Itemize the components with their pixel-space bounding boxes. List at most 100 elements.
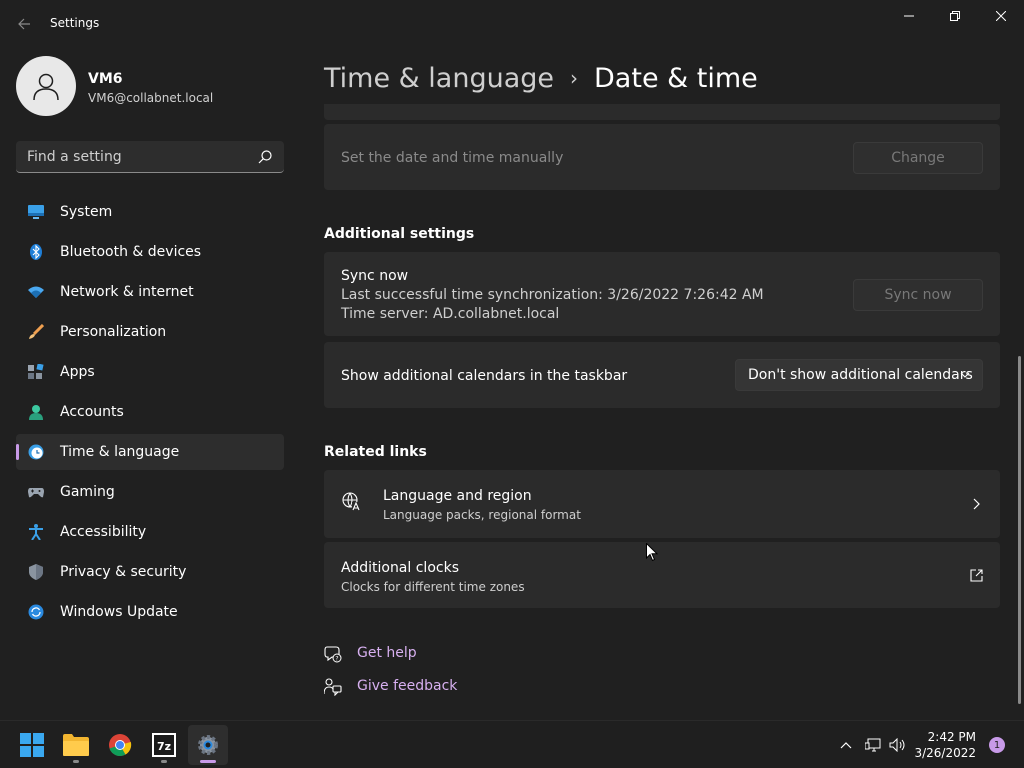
feedback-icon [324,678,342,696]
maximize-button[interactable] [932,0,978,32]
avatar[interactable] [16,56,76,116]
start-button[interactable] [12,725,52,765]
related-links-heading: Related links [324,444,427,460]
sidebar-item-label: Personalization [60,324,167,340]
mouse-cursor-icon [646,543,658,562]
sidebar-item-label: Windows Update [60,604,178,620]
breadcrumb-parent[interactable]: Time & language [324,63,554,94]
breadcrumb-separator: › [570,66,579,90]
scrolled-card-edge [324,104,1000,120]
chevron-up-icon [840,742,852,749]
network-tray-button[interactable] [862,721,884,768]
manual-time-label: Set the date and time manually [341,150,564,166]
running-indicator [161,760,167,763]
calendars-label: Show additional calendars in the taskbar [341,368,628,384]
external-link-icon [970,569,983,582]
page-title: Date & time [594,62,758,94]
change-button[interactable]: Change [853,142,983,174]
clock-globe-icon [28,444,44,460]
calendars-card: Show additional calendars in the taskbar… [324,342,1000,408]
title-bar: Settings [0,0,1024,48]
sidebar-item-accessibility[interactable]: Accessibility [16,514,284,550]
sidebar-nav: System Bluetooth & devices Network & int… [16,194,284,634]
7zip-icon: 7z [152,733,176,757]
additional-clocks-subtitle: Clocks for different time zones [341,580,525,594]
user-name: VM6 [88,71,123,87]
sidebar-item-label: Accounts [60,404,124,420]
clock-date: 3/26/2022 [914,746,976,760]
running-indicator [73,760,79,763]
time-server-text: Time server: AD.collabnet.local [341,306,560,322]
language-region-link[interactable]: Language and region Language packs, regi… [324,470,1000,538]
search-placeholder: Find a setting [27,149,122,165]
scrollbar-thumb[interactable] [1018,356,1021,704]
sidebar-item-accounts[interactable]: Accounts [16,394,284,430]
search-icon[interactable] [257,149,273,165]
search-input[interactable]: Find a setting [16,141,284,173]
accessibility-icon [29,524,43,540]
brush-icon [29,324,44,339]
update-icon [28,604,44,620]
clock-time: 2:42 PM [927,730,976,744]
person-icon [33,73,59,101]
sync-now-button[interactable]: Sync now [853,279,983,311]
language-region-subtitle: Language packs, regional format [383,508,581,522]
give-feedback-text: Give feedback [357,678,458,694]
chevron-right-icon [973,498,980,510]
person-icon [29,405,43,420]
last-sync-text: Last successful time synchronization: 3/… [341,287,764,303]
additional-clocks-link[interactable]: Additional clocks Clocks for different t… [324,542,1000,608]
sidebar-item-label: Privacy & security [60,564,187,580]
chrome-icon [109,734,132,757]
sidebar-item-label: Bluetooth & devices [60,244,202,260]
close-icon [996,11,1006,21]
language-region-title: Language and region [383,488,532,504]
sidebar-item-bluetooth[interactable]: Bluetooth & devices [16,234,284,270]
breadcrumb: Time & language › Date & time [324,58,758,98]
taskbar-clock[interactable]: 2:42 PM 3/26/2022 [914,729,976,761]
sidebar-item-network[interactable]: Network & internet [16,274,284,310]
notification-badge[interactable]: 1 [989,737,1005,753]
close-button[interactable] [978,0,1024,32]
additional-clocks-title: Additional clocks [341,560,459,576]
active-indicator [200,760,216,763]
back-button[interactable] [14,12,34,36]
taskbar-7zip[interactable]: 7z [144,725,184,765]
wifi-icon [28,286,44,298]
svg-text:7z: 7z [157,740,171,753]
taskbar-settings[interactable] [188,725,228,765]
help-icon: ? [324,646,342,663]
user-profile[interactable]: VM6 VM6@collabnet.local [16,56,296,118]
monitor-icon [28,205,44,219]
sidebar-item-label: System [60,204,113,220]
sidebar-item-apps[interactable]: Apps [16,354,284,390]
minimize-button[interactable] [886,0,932,32]
calendars-dropdown[interactable]: Don't show additional calendars [735,359,983,391]
get-help-link[interactable]: ? Get help [324,641,524,665]
sidebar-item-label: Network & internet [60,284,194,300]
restore-icon [950,11,960,21]
sidebar-item-label: Time & language [60,444,180,460]
additional-settings-heading: Additional settings [324,226,475,242]
chevron-down-icon [960,372,970,378]
gamepad-icon [28,488,44,498]
sidebar-item-label: Gaming [60,484,115,500]
sidebar-item-windows-update[interactable]: Windows Update [16,594,284,630]
shield-icon [29,564,43,580]
sidebar-item-gaming[interactable]: Gaming [16,474,284,510]
give-feedback-link[interactable]: Give feedback [324,674,524,698]
sidebar-item-label: Accessibility [60,524,147,540]
sidebar-item-time-language[interactable]: Time & language [16,434,284,470]
sidebar-item-personalization[interactable]: Personalization [16,314,284,350]
manual-time-card: Set the date and time manually Change [324,124,1000,190]
taskbar-file-explorer[interactable] [56,725,96,765]
folder-icon [63,734,89,756]
tray-overflow-button[interactable] [834,721,858,768]
volume-tray-button[interactable] [887,721,909,768]
sidebar-item-system[interactable]: System [16,194,284,230]
calendars-dropdown-value: Don't show additional calendars [748,367,973,383]
taskbar-chrome[interactable] [100,725,140,765]
bluetooth-icon [30,244,42,260]
windows-logo-icon [20,733,44,757]
sidebar-item-privacy[interactable]: Privacy & security [16,554,284,590]
